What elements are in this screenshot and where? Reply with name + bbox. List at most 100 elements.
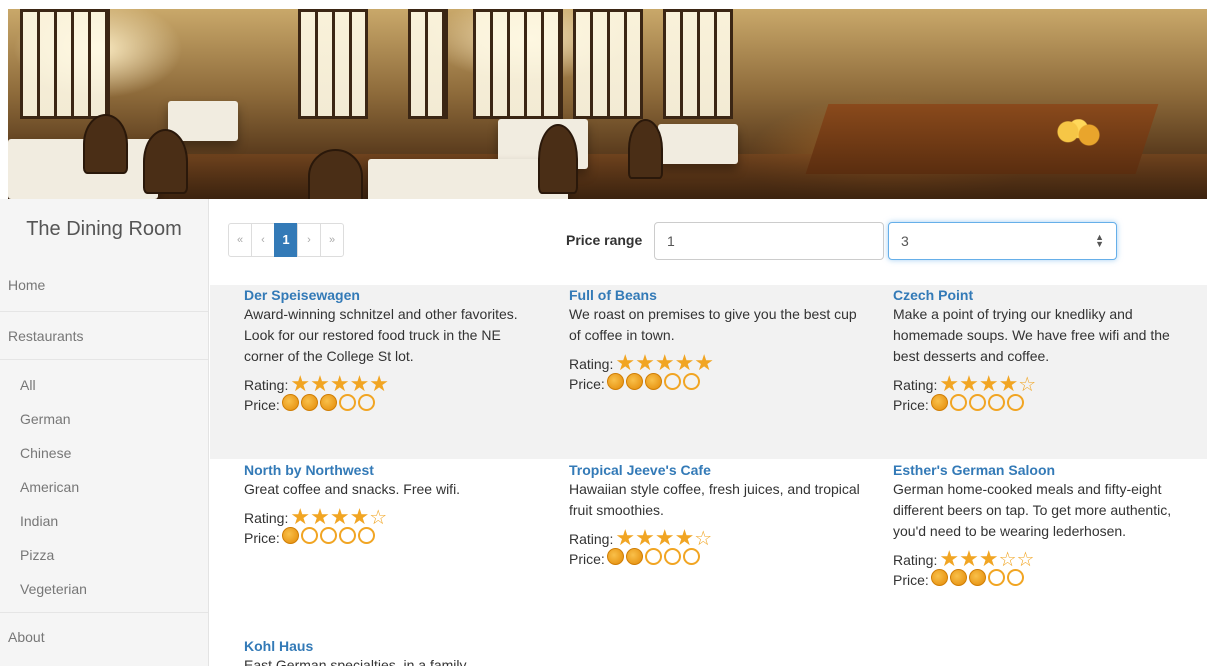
coin-empty-icon [338, 527, 356, 544]
coin-filled-icon [930, 569, 948, 586]
coin-empty-icon [663, 548, 681, 565]
star-filled-icon: ★ [959, 371, 979, 396]
price-max-value: 3 [901, 233, 909, 249]
rating-label: Rating: [569, 531, 614, 547]
star-filled-icon: ★ [978, 371, 999, 396]
coin-filled-icon [968, 569, 986, 586]
price: Price: [893, 394, 1193, 415]
page-first-button[interactable]: « [228, 223, 252, 257]
coin-empty-icon [1006, 569, 1024, 586]
rating-label: Rating: [893, 552, 938, 568]
star-empty-icon: ☆ [1018, 374, 1037, 396]
category-all[interactable]: All [0, 368, 208, 402]
restaurant-description: Great coffee and snacks. Free wifi. [244, 481, 461, 497]
restaurant-card: Full of Beans We roast on premises to gi… [569, 287, 869, 394]
rating: Rating: ★★★★★ [569, 352, 869, 374]
star-filled-icon: ★ [290, 371, 311, 396]
star-filled-icon: ★ [939, 546, 960, 571]
coin-filled-icon [625, 548, 643, 565]
star-filled-icon: ★ [635, 350, 655, 375]
restaurant-name[interactable]: North by Northwest [244, 462, 544, 478]
coin-filled-icon [281, 394, 299, 411]
star-filled-icon: ★ [674, 350, 695, 375]
restaurant-description: Award-winning schnitzel and other favori… [244, 306, 518, 364]
coin-empty-icon [357, 527, 375, 544]
coin-empty-icon [357, 394, 375, 411]
restaurant-card: Esther's German Saloon German home-cooke… [893, 462, 1193, 590]
rating: Rating: ★★★★★ [244, 373, 544, 395]
coin-empty-icon [682, 373, 700, 390]
coin-empty-icon [300, 527, 318, 544]
restaurant-name[interactable]: Full of Beans [569, 287, 869, 303]
coin-empty-icon [949, 394, 967, 411]
coin-empty-icon [1006, 394, 1024, 411]
page-current-button[interactable]: 1 [274, 223, 298, 257]
category-indian[interactable]: Indian [0, 504, 208, 538]
rating: Rating: ★★★★☆ [244, 506, 544, 529]
star-filled-icon: ★ [329, 504, 350, 529]
restaurant-name[interactable]: Kohl Haus [244, 638, 544, 654]
coin-empty-icon [663, 373, 681, 390]
brand-title[interactable]: The Dining Room [0, 199, 208, 261]
restaurant-description: Make a point of trying our knedliky and … [893, 306, 1170, 364]
restaurant-card: Kohl Haus East German specialties, in a … [244, 638, 544, 666]
star-filled-icon: ★ [349, 371, 370, 396]
category-chinese[interactable]: Chinese [0, 436, 208, 470]
coin-filled-icon [606, 373, 624, 390]
page-last-button[interactable]: » [320, 223, 344, 257]
coin-filled-icon [319, 394, 337, 411]
star-filled-icon: ★ [959, 546, 979, 571]
restaurant-description: East German specialties, in a family [244, 657, 467, 666]
coin-empty-icon [338, 394, 356, 411]
category-list: All German Chinese American Indian Pizza… [0, 359, 208, 612]
star-empty-icon: ☆ [1016, 549, 1035, 571]
star-filled-icon: ★ [694, 350, 715, 375]
price-label: Price: [569, 376, 605, 392]
star-filled-icon: ★ [939, 371, 960, 396]
rating: Rating: ★★★★☆ [569, 527, 869, 550]
price-range-label: Price range [566, 232, 643, 248]
star-filled-icon: ★ [674, 525, 695, 550]
star-filled-icon: ★ [615, 525, 636, 550]
coin-filled-icon [281, 527, 299, 544]
nav-restaurants[interactable]: Restaurants [0, 311, 208, 359]
rating-label: Rating: [569, 356, 614, 372]
star-filled-icon: ★ [978, 546, 999, 571]
star-filled-icon: ★ [998, 371, 1019, 396]
nav-home[interactable]: Home [0, 261, 208, 311]
rating: Rating: ★★★★☆ [893, 373, 1193, 396]
category-german[interactable]: German [0, 402, 208, 436]
restaurant-name[interactable]: Czech Point [893, 287, 1193, 303]
rating-label: Rating: [893, 377, 938, 393]
star-filled-icon: ★ [310, 371, 330, 396]
price-min-input[interactable] [654, 222, 884, 260]
restaurant-name[interactable]: Der Speisewagen [244, 287, 544, 303]
category-american[interactable]: American [0, 470, 208, 504]
star-filled-icon: ★ [654, 350, 675, 375]
restaurant-name[interactable]: Esther's German Saloon [893, 462, 1193, 478]
restaurant-name[interactable]: Tropical Jeeve's Cafe [569, 462, 869, 478]
restaurant-description: We roast on premises to give you the bes… [569, 306, 857, 343]
page-next-button[interactable]: › [297, 223, 321, 257]
price-label: Price: [244, 530, 280, 546]
star-filled-icon: ★ [329, 371, 350, 396]
star-filled-icon: ★ [635, 525, 655, 550]
star-filled-icon: ★ [310, 504, 330, 529]
star-filled-icon: ★ [290, 504, 311, 529]
pagination: « ‹ 1 › » [228, 223, 344, 257]
coin-filled-icon [606, 548, 624, 565]
rating-label: Rating: [244, 377, 289, 393]
star-empty-icon: ☆ [369, 507, 388, 529]
hero-banner-image [8, 9, 1207, 199]
page-prev-button[interactable]: ‹ [251, 223, 275, 257]
nav-about[interactable]: About [0, 612, 208, 660]
price-max-input[interactable]: 3 ▲ ▼ [888, 222, 1117, 260]
star-filled-icon: ★ [369, 371, 390, 396]
restaurant-description: Hawaiian style coffee, fresh juices, and… [569, 481, 860, 518]
category-pizza[interactable]: Pizza [0, 538, 208, 572]
price-label: Price: [893, 397, 929, 413]
coin-filled-icon [644, 373, 662, 390]
spinner-icon[interactable]: ▲ ▼ [1095, 233, 1104, 249]
restaurant-card: Der Speisewagen Award-winning schnitzel … [244, 287, 544, 415]
category-vegeterian[interactable]: Vegeterian [0, 572, 208, 606]
